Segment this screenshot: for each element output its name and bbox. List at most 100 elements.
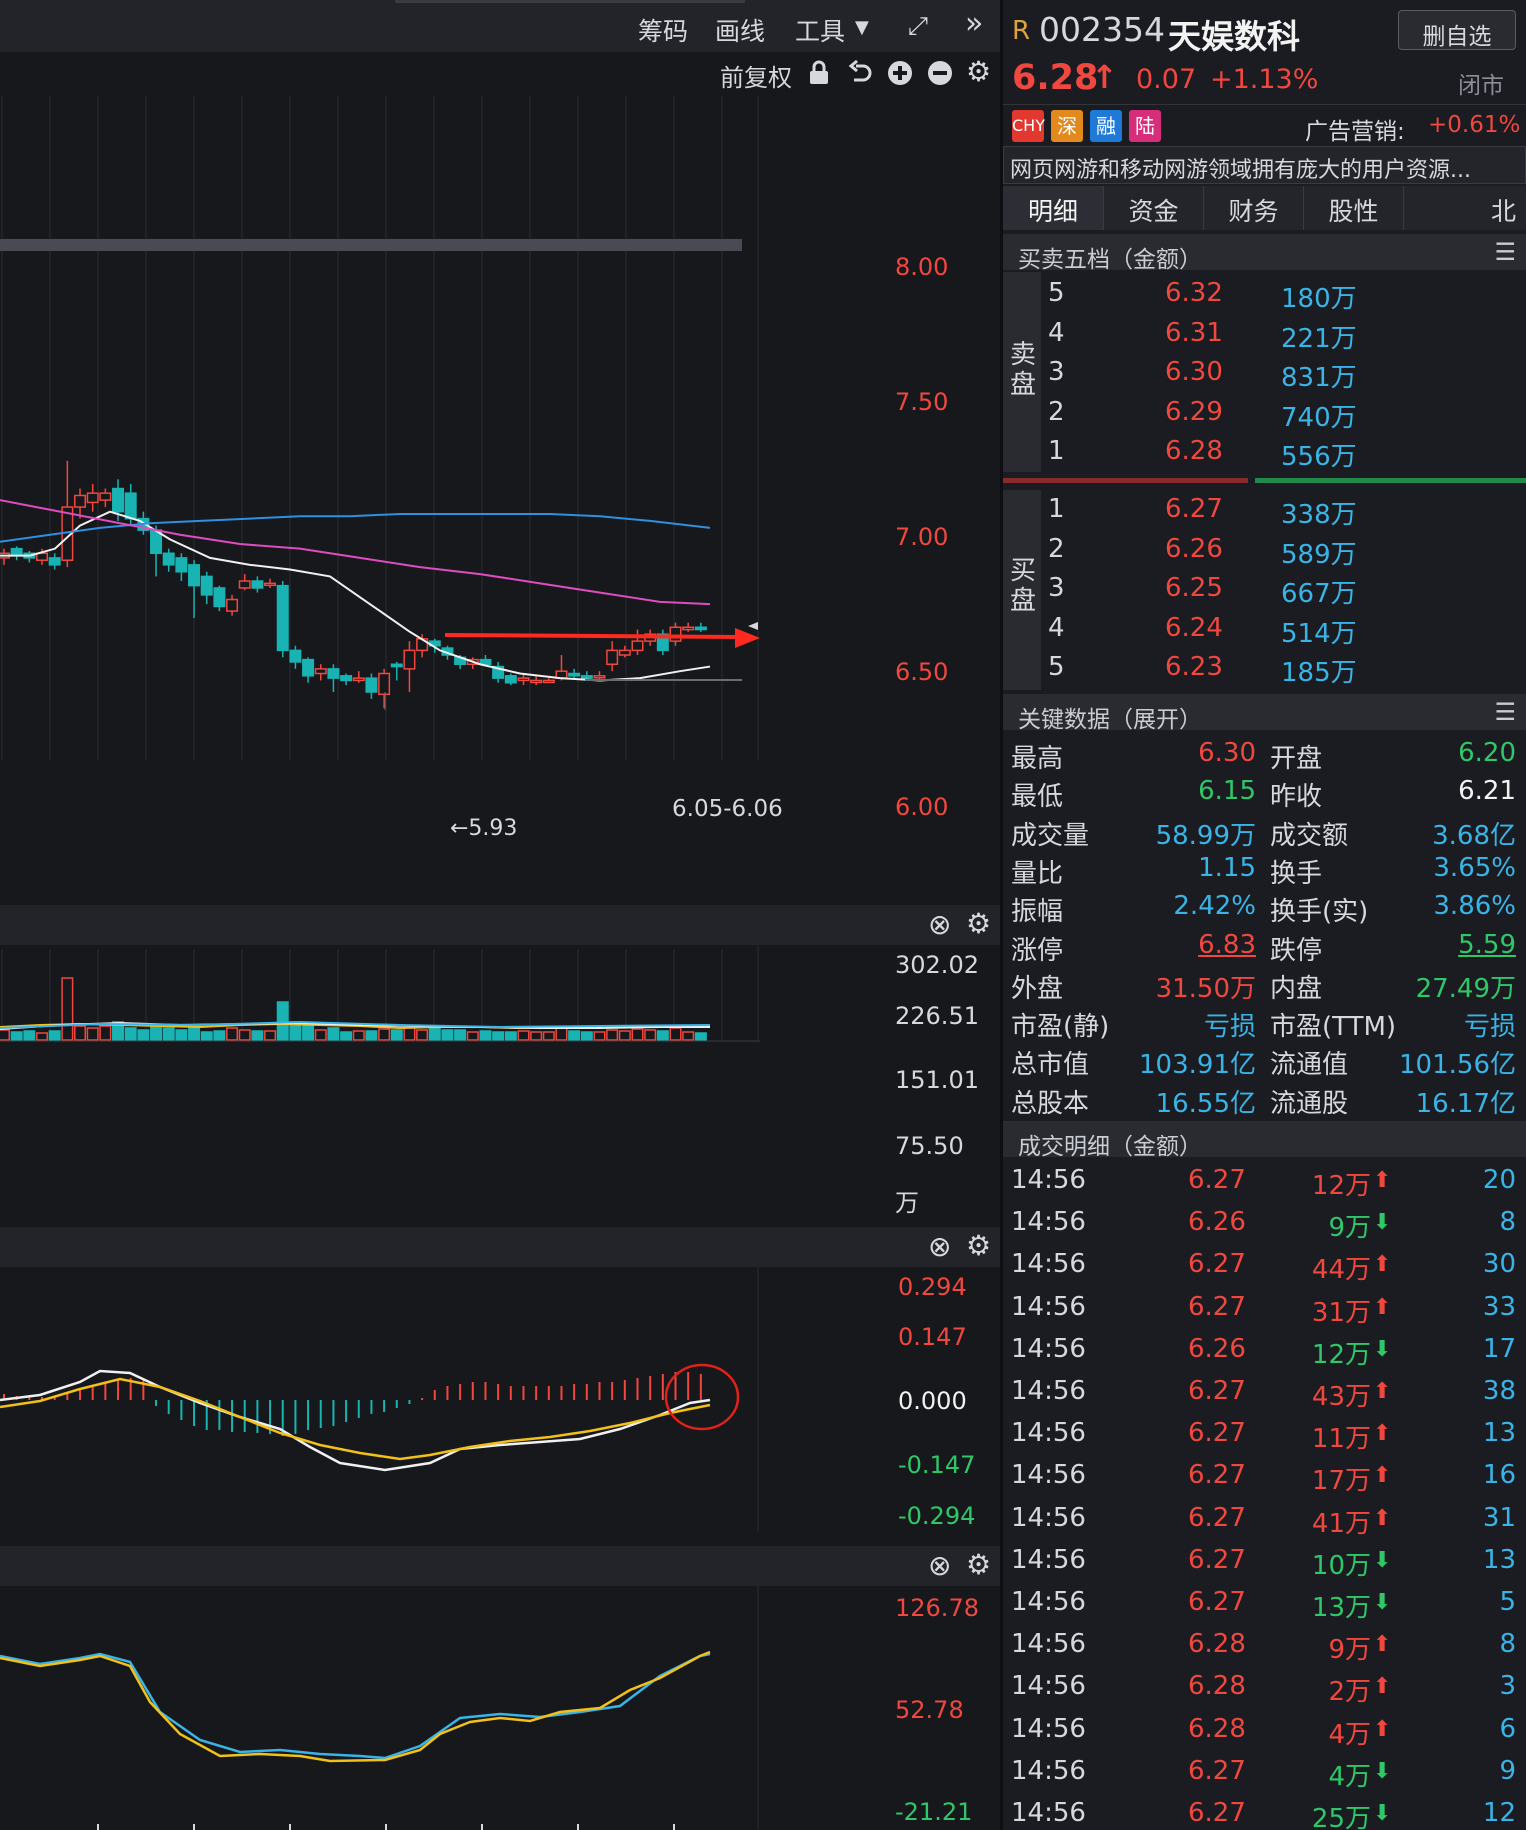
trade-time: 14:56 [1011, 1291, 1086, 1322]
volume-panel-header: ⊗ ⚙ [0, 905, 1000, 945]
percent-change: +1.13% [1210, 64, 1319, 95]
price-axis-label: 8.00 [895, 253, 949, 281]
volume-bar [23, 1030, 36, 1041]
trade-count: 6 [1499, 1713, 1516, 1744]
trade-row[interactable]: 14:56 6.27 4万 ⬇ 9 [1003, 1754, 1526, 1794]
volume-bar [352, 1030, 365, 1041]
orderbook-buy-row[interactable]: 2 6.26 589万 [1003, 532, 1526, 572]
orderbook-sell-row[interactable]: 2 6.29 740万 [1003, 395, 1526, 435]
chips-button[interactable]: 筹码 [638, 12, 688, 48]
trade-row[interactable]: 14:56 6.27 17万 ⬆ 16 [1003, 1458, 1526, 1498]
trade-row[interactable]: 14:56 6.28 4万 ⬆ 6 [1003, 1712, 1526, 1752]
minus-circle-icon[interactable] [927, 60, 953, 86]
candle-body [580, 675, 593, 679]
chevron-down-icon[interactable]: ▼ [855, 14, 869, 42]
trade-row[interactable]: 14:56 6.27 31万 ⬆ 33 [1003, 1290, 1526, 1330]
keydata-value: 3.86% [1433, 891, 1516, 922]
trade-row[interactable]: 14:56 6.27 10万 ⬇ 13 [1003, 1543, 1526, 1583]
orderbook-buy-row[interactable]: 1 6.27 338万 [1003, 492, 1526, 532]
plus-circle-icon[interactable] [887, 60, 913, 86]
sector-label[interactable]: 广告营销: [1305, 112, 1405, 146]
tools-button[interactable]: 工具 [795, 12, 845, 48]
lock-icon[interactable] [808, 60, 830, 86]
volume-bar [124, 1027, 137, 1041]
close-circle-icon[interactable]: ⊗ [928, 911, 951, 939]
volume-bar [517, 1030, 530, 1041]
keydata-value: 6.30 [1198, 738, 1256, 768]
trade-row[interactable]: 14:56 6.26 9万 ⬇ 8 [1003, 1205, 1526, 1245]
gear-icon[interactable]: ⚙ [966, 1551, 991, 1579]
close-circle-icon[interactable]: ⊗ [928, 1552, 951, 1580]
trade-time: 14:56 [1011, 1418, 1086, 1449]
menu-icon[interactable]: ☰ [1494, 238, 1516, 266]
tag-margin[interactable]: 融 [1090, 110, 1122, 142]
orderbook-sell-row[interactable]: 3 6.30 831万 [1003, 355, 1526, 395]
orderbook-buy-row[interactable]: 5 6.23 185万 [1003, 650, 1526, 690]
volume-chart[interactable] [0, 945, 1000, 1210]
volume-bar [580, 1031, 593, 1041]
candle-body [276, 584, 289, 652]
tag-connect[interactable]: 陆 [1129, 110, 1161, 142]
candle-body [36, 552, 49, 561]
tab-finance[interactable]: 财务 [1203, 186, 1303, 230]
trade-price: 6.28 [1188, 1629, 1246, 1660]
annotation-arrow-head [735, 628, 760, 648]
trade-row[interactable]: 14:56 6.27 44万 ⬆ 30 [1003, 1247, 1526, 1287]
tag-chy[interactable]: CHY [1012, 110, 1045, 142]
trade-row[interactable]: 14:56 6.28 2万 ⬆ 3 [1003, 1669, 1526, 1709]
order-amount: 180万 [1281, 284, 1357, 314]
tab-stock-character[interactable]: 股性 [1303, 186, 1403, 230]
trade-row[interactable]: 14:56 6.27 41万 ⬆ 31 [1003, 1501, 1526, 1541]
tag-shenzhen[interactable]: 深 [1051, 110, 1083, 142]
tab-detail[interactable]: 明细 [1003, 186, 1103, 230]
order-price: 6.31 [1165, 317, 1223, 348]
order-amount: 338万 [1281, 500, 1357, 530]
orderbook-sell-row[interactable]: 1 6.28 556万 [1003, 434, 1526, 474]
tab-funds[interactable]: 资金 [1103, 186, 1203, 230]
volume-bar [162, 1027, 175, 1041]
orderbook-buy-row[interactable]: 4 6.24 514万 [1003, 611, 1526, 651]
trade-row[interactable]: 14:56 6.26 12万 ⬇ 17 [1003, 1332, 1526, 1372]
keydata-label: 市盈(TTM) [1270, 1012, 1397, 1043]
orderbook-buy-row[interactable]: 3 6.25 667万 [1003, 571, 1526, 611]
double-chevron-right-icon[interactable]: » [965, 9, 983, 39]
trade-time: 14:56 [1011, 1587, 1086, 1617]
candle-body [504, 675, 517, 684]
menu-icon[interactable]: ☰ [1494, 698, 1516, 726]
gear-icon[interactable]: ⚙ [966, 910, 991, 938]
arrow-up-icon: ↑ [1091, 58, 1118, 96]
orderbook-sell-row[interactable]: 5 6.32 180万 [1003, 276, 1526, 316]
trade-row[interactable]: 14:56 6.27 13万 ⬇ 5 [1003, 1585, 1526, 1625]
order-amount: 589万 [1281, 539, 1357, 570]
candle-body [188, 564, 201, 587]
gear-icon[interactable]: ⚙ [966, 58, 991, 86]
draw-line-button[interactable]: 画线 [715, 12, 765, 48]
indicator-axis-label: 52.78 [895, 1696, 964, 1724]
keydata-label: 换手(实) [1270, 897, 1369, 928]
orderbook-sell-row[interactable]: 4 6.31 221万 [1003, 316, 1526, 356]
undo-icon[interactable] [848, 60, 874, 86]
keydata-label: 总股本 [1011, 1088, 1090, 1119]
trade-row[interactable]: 14:56 6.27 12万 ⬆ 20 [1003, 1163, 1526, 1203]
trade-row[interactable]: 14:56 6.28 9万 ⬆ 8 [1003, 1627, 1526, 1667]
keydata-value: 2.42% [1173, 891, 1256, 922]
adjust-mode-button[interactable]: 前复权 [720, 58, 792, 93]
price-chart[interactable] [0, 92, 1000, 902]
expand-arrows-icon[interactable]: ⤢ [908, 12, 928, 40]
trade-row[interactable]: 14:56 6.27 25万 ⬇ 12 [1003, 1796, 1526, 1830]
remove-watchlist-button[interactable]: 删自选 [1398, 10, 1516, 50]
keydata-header[interactable]: 关键数据（展开） ☰ [1003, 694, 1526, 733]
trade-row[interactable]: 14:56 6.27 43万 ⬆ 38 [1003, 1374, 1526, 1414]
trade-row[interactable]: 14:56 6.27 11万 ⬆ 13 [1003, 1416, 1526, 1456]
keydata-row: 外盘 31.50万 内盘 27.49万 [1003, 966, 1526, 1006]
close-circle-icon[interactable]: ⊗ [928, 1233, 951, 1261]
gear-icon[interactable]: ⚙ [966, 1232, 991, 1260]
trade-amount: 2万 [1328, 1677, 1371, 1708]
company-description[interactable]: 网页网游和移动网游领域拥有庞大的用户资源... [1003, 146, 1526, 184]
trades-title: 成交明细（金额） [1018, 1134, 1202, 1160]
app-root: 筹码 画线 工具 ▼ ⤢ » 前复权 ⚙ 8.00 7.50 7.00 6.50… [0, 0, 1526, 1830]
macd-chart[interactable] [0, 1267, 1000, 1532]
tab-northbound[interactable]: 北 [1403, 186, 1526, 230]
indicator-chart[interactable] [0, 1586, 1000, 1830]
macd-axis-zero: 0.000 [898, 1387, 967, 1415]
